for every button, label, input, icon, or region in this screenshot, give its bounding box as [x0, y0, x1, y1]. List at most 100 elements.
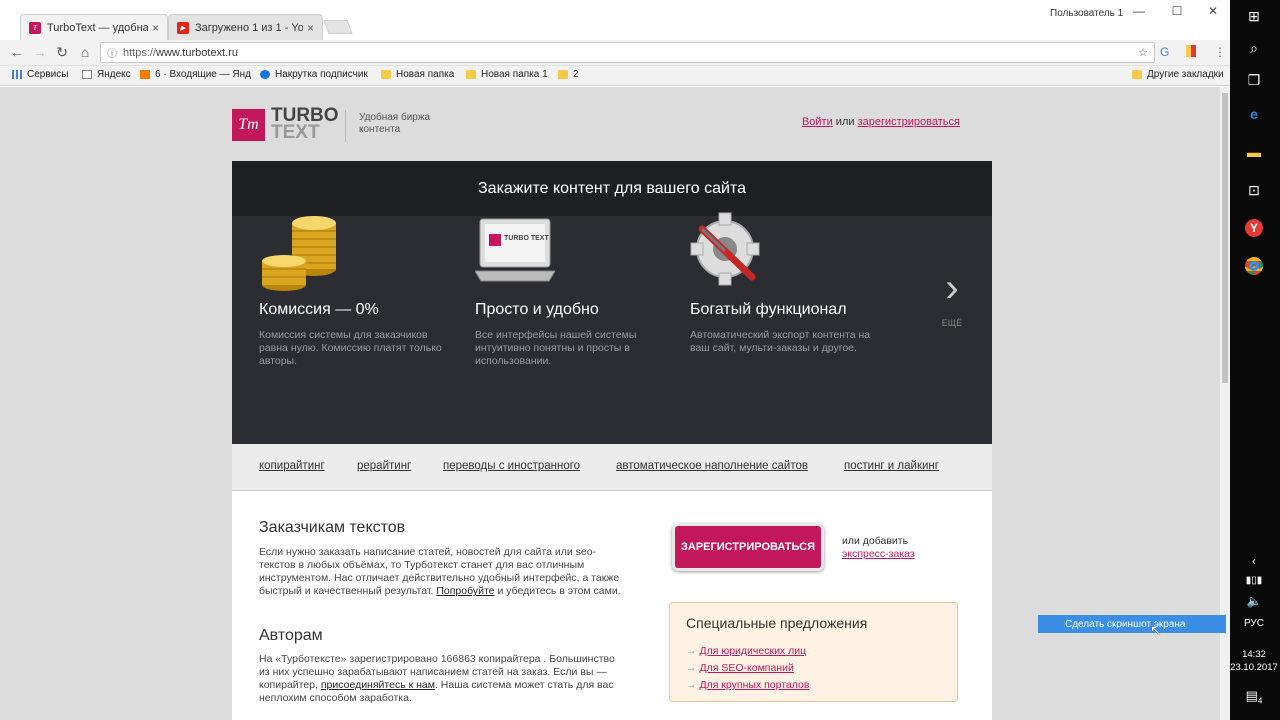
- minimize-button[interactable]: —: [1124, 4, 1154, 18]
- login-link[interactable]: Войти: [802, 116, 833, 128]
- bookmark-label: Сервисы: [27, 69, 69, 80]
- logo-wordmark[interactable]: TURBO TEXT: [271, 106, 339, 143]
- offer-label: Для юридических лиц: [699, 645, 807, 657]
- scrollbar-thumb[interactable]: [1222, 93, 1228, 383]
- next-slide-chevron-icon[interactable]: ›: [937, 266, 967, 311]
- bookmark-folder-2[interactable]: 2: [558, 69, 579, 80]
- feature-text: Комиссия системы для заказчиков равна ну…: [259, 329, 442, 367]
- page-icon: [82, 70, 92, 79]
- maximize-button[interactable]: ☐: [1162, 4, 1192, 18]
- offer-large-portals[interactable]: → Для крупных порталов: [686, 679, 809, 691]
- bookmark-apps[interactable]: Сервисы: [12, 69, 68, 80]
- translate-extension-icon[interactable]: G: [1160, 45, 1169, 59]
- tab-turbotext[interactable]: T TurboText — удобная б ×: [20, 14, 168, 40]
- or-text: или: [835, 116, 855, 128]
- bookmark-label: 6 · Входящие — Янд: [155, 69, 251, 80]
- notifications-icon[interactable]: ▤4: [1230, 688, 1278, 706]
- express-order-link[interactable]: экспресс-заказ: [842, 548, 915, 560]
- join-link[interactable]: присоединяйтесь к нам: [321, 679, 435, 691]
- more-label[interactable]: ЕЩЁ: [932, 318, 972, 328]
- volume-icon[interactable]: 🔈: [1230, 594, 1278, 608]
- menu-item-translations[interactable]: переводы с иностранного: [443, 460, 580, 472]
- tab-title: Загружено 1 из 1 - YouT: [195, 21, 303, 34]
- special-offers-box: Специальные предложения → Для юридических…: [669, 602, 958, 702]
- offer-seo-companies[interactable]: → Для SEO-компаний: [686, 662, 794, 674]
- forward-button[interactable]: →: [31, 44, 49, 60]
- bookmark-nakrutka[interactable]: Накрутка подписчик: [260, 69, 368, 80]
- notification-count: 4: [1257, 696, 1263, 706]
- store-icon[interactable]: ⊡: [1230, 182, 1278, 199]
- clock-time: 14:32: [1242, 649, 1266, 660]
- authors-paragraph: На «Турботексте» зарегистрировано 166863…: [259, 653, 624, 705]
- site-tagline: Удобная биржа контента: [359, 112, 431, 135]
- bookmark-yandex[interactable]: Яндекс: [82, 69, 131, 80]
- tab-close-icon[interactable]: ×: [307, 21, 314, 35]
- authors-heading: Авторам: [259, 627, 323, 644]
- tab-bar: T TurboText — удобная б × ▶ Загружено 1 …: [0, 0, 1230, 40]
- arrow-right-icon: →: [686, 662, 697, 674]
- yandex-browser-icon[interactable]: Y: [1230, 219, 1278, 237]
- site-header: Tт TURBO TEXT Удобная биржа контента Вой…: [232, 106, 992, 147]
- new-tab-button[interactable]: [323, 20, 353, 34]
- home-button[interactable]: ⌂: [76, 44, 94, 60]
- menu-item-rewriting[interactable]: рерайтинг: [357, 460, 411, 472]
- clock[interactable]: 14:32 23.10.2017: [1230, 648, 1278, 674]
- bookmark-label: Накрутка подписчик: [275, 69, 368, 80]
- network-battery-icon[interactable]: ▮▯▮: [1230, 575, 1278, 586]
- reload-button[interactable]: ↻: [53, 44, 71, 61]
- try-link[interactable]: Попробуйте: [436, 585, 494, 597]
- bookmark-inbox[interactable]: 6 · Входящие — Янд: [140, 69, 251, 80]
- register-button[interactable]: ЗАРЕГИСТРИРОВАТЬСЯ: [672, 523, 824, 571]
- offer-legal-entities[interactable]: → Для юридических лиц: [686, 645, 806, 657]
- profile-name[interactable]: Пользователь 1: [1050, 8, 1123, 19]
- extension-icon[interactable]: [1186, 45, 1196, 57]
- menu-item-autofill[interactable]: автоматическое наполнение сайтов: [616, 460, 808, 472]
- logo-line2: TEXT: [271, 122, 320, 143]
- edge-icon[interactable]: e: [1230, 106, 1278, 122]
- tab-close-icon[interactable]: ×: [152, 21, 159, 35]
- windows-taskbar: ⊞ ⌕ ❐ e ▬ ⊡ Y ‹ ▮▯▮ 🔈 РУС 14:32 23.10.20…: [1230, 0, 1280, 720]
- chrome-icon[interactable]: [1230, 257, 1278, 278]
- language-indicator[interactable]: РУС: [1230, 618, 1278, 629]
- logo-mark[interactable]: Tт: [232, 109, 265, 141]
- back-button[interactable]: ←: [8, 44, 26, 60]
- bookmark-other[interactable]: Другие закладки: [1132, 69, 1224, 80]
- screenshot-tooltip: Сделать скриншот экрана: [1038, 615, 1226, 633]
- feature-title: Просто и удобно: [475, 301, 599, 318]
- task-view-icon[interactable]: ❐: [1230, 72, 1278, 89]
- laptop-icon: TURBO TEXT: [475, 218, 555, 282]
- feature-commission: Комиссия — 0% Комиссия системы для заказ…: [259, 216, 449, 368]
- chevron-up-icon[interactable]: ‹: [1230, 554, 1278, 568]
- clients-tail: и убедитесь в этом сами.: [497, 585, 621, 597]
- close-window-button[interactable]: ✕: [1198, 4, 1228, 18]
- youtube-favicon: ▶: [177, 21, 189, 34]
- windows-start-icon[interactable]: ⊞: [1230, 8, 1278, 25]
- offer-label: Для SEO-компаний: [699, 662, 794, 674]
- search-icon[interactable]: ⌕: [1230, 40, 1278, 57]
- bookmark-label: Яндекс: [97, 69, 131, 80]
- feature-functional: Богатый функционал Автоматический экспор…: [690, 212, 880, 355]
- clock-date: 23.10.2017: [1230, 662, 1278, 673]
- turbotext-favicon: T: [29, 21, 41, 34]
- site-info-icon[interactable]: ⓘ: [107, 45, 117, 60]
- hero-title: Закажите контент для вашего сайта: [232, 161, 992, 216]
- bookmark-folder-new[interactable]: Новая папка: [381, 69, 454, 80]
- gold-coins-icon: [262, 216, 336, 291]
- bookmark-label: Новая папка 1: [481, 69, 548, 80]
- file-explorer-icon[interactable]: ▬: [1230, 144, 1278, 160]
- menu-kebab-icon[interactable]: ⋮: [1214, 45, 1226, 59]
- main-content: Заказчикам текстов Если нужно заказать н…: [232, 491, 992, 720]
- menu-item-copywriting[interactable]: копирайтинг: [259, 460, 325, 472]
- menu-item-posting[interactable]: постинг и лайкинг: [844, 460, 939, 472]
- browser-toolbar: ← → ↻ ⌂ ⓘ https:// www.turbotext.ru ☆ G …: [0, 40, 1230, 66]
- hero-slider: Закажите контент для вашего сайта Комисс…: [232, 161, 992, 444]
- clients-paragraph: Если нужно заказать написание статей, но…: [259, 546, 624, 598]
- bookmark-star-icon[interactable]: ☆: [1138, 46, 1148, 59]
- feature-title: Комиссия — 0%: [259, 301, 379, 318]
- apps-grid-icon: [12, 70, 22, 79]
- tab-youtube[interactable]: ▶ Загружено 1 из 1 - YouT ×: [168, 14, 323, 40]
- address-bar[interactable]: ⓘ https:// www.turbotext.ru ☆: [100, 42, 1155, 63]
- mail-icon: [140, 70, 150, 79]
- register-link[interactable]: зарегистрироваться: [858, 116, 960, 128]
- bookmark-folder-new-1[interactable]: Новая папка 1: [466, 69, 548, 80]
